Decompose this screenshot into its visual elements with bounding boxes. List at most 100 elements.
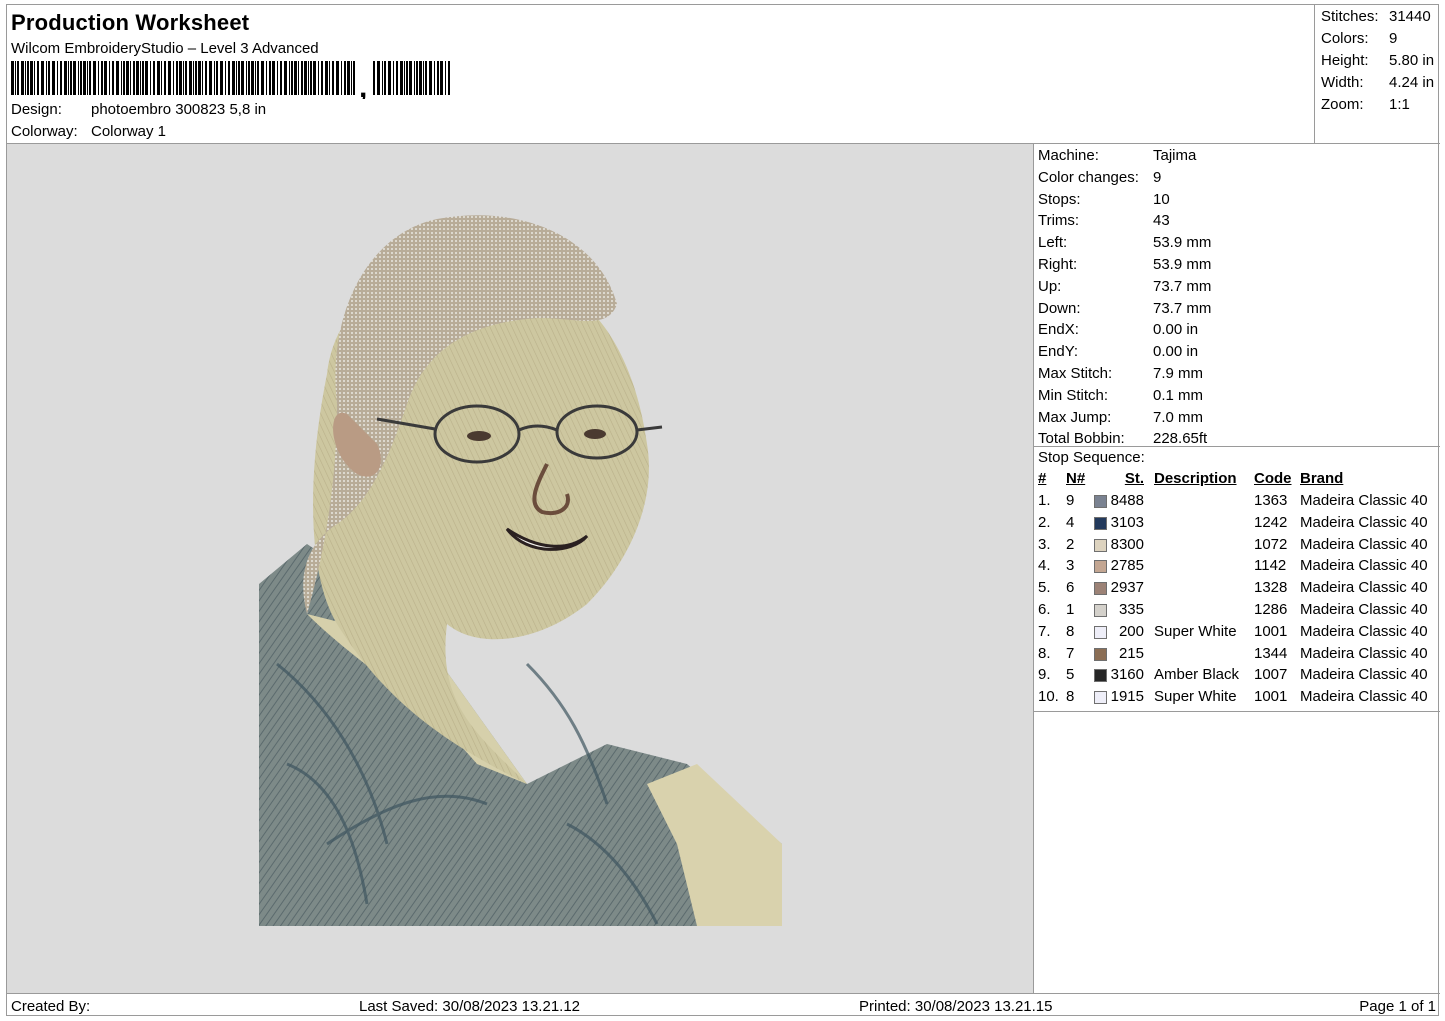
stop-brand: Madeira Classic 40 bbox=[1300, 622, 1428, 640]
barcode-bar bbox=[209, 61, 212, 95]
height-label: Height: bbox=[1321, 52, 1369, 69]
header-brand: Brand bbox=[1300, 470, 1344, 487]
thread-color-swatch bbox=[1094, 669, 1107, 683]
thread-color-swatch bbox=[1094, 582, 1107, 596]
stop-stitches: 3160 bbox=[1110, 666, 1144, 684]
machine-info-value: 228.65ft bbox=[1153, 430, 1208, 448]
header-code: Code bbox=[1254, 470, 1292, 487]
worksheet-title: Production Worksheet bbox=[11, 10, 250, 35]
colorway-value: Colorway 1 bbox=[91, 123, 167, 140]
stop-code: 1286 bbox=[1254, 601, 1288, 618]
worksheet-header: Production Worksheet Wilcom EmbroiderySt… bbox=[7, 5, 1314, 144]
machine-info-value: 0.00 in bbox=[1153, 321, 1199, 339]
machine-info-value: 0.00 in bbox=[1153, 343, 1199, 361]
barcode-bar bbox=[173, 61, 174, 95]
stop-stitches: 2785 bbox=[1110, 557, 1144, 575]
machine-info-label: Right: bbox=[1038, 256, 1078, 273]
machine-info-label: EndX: bbox=[1038, 321, 1079, 339]
height-value: 5.80 in bbox=[1389, 52, 1435, 69]
stop-needle: 9 bbox=[1066, 492, 1075, 509]
stitches-value: 31440 bbox=[1389, 8, 1431, 25]
last-saved: Last Saved: 30/08/2023 13.21.12 bbox=[359, 998, 581, 1015]
stop-sequence-title: Stop Sequence: bbox=[1038, 449, 1145, 466]
machine-info-value: 7.0 mm bbox=[1153, 408, 1204, 426]
stop-stitches: 215 bbox=[1118, 644, 1144, 662]
stop-index: 9. bbox=[1038, 666, 1051, 684]
colors-row: Colors: 9 bbox=[1321, 30, 1439, 47]
page-number: Page 1 of 1 bbox=[1359, 998, 1436, 1015]
machine-info-label: Down: bbox=[1038, 299, 1081, 317]
machine-info-row: Total Bobbin: 228.65ft bbox=[1038, 430, 1207, 447]
machine-info-value: Tajima bbox=[1153, 147, 1197, 164]
stop-code: 1242 bbox=[1254, 513, 1288, 531]
machine-info-value: 73.7 mm bbox=[1153, 299, 1212, 317]
stop-brand: Madeira Classic 40 bbox=[1300, 688, 1428, 706]
machine-info-value: 0.1 mm bbox=[1153, 386, 1204, 404]
stop-index: 5. bbox=[1038, 579, 1051, 597]
barcode-bar bbox=[121, 61, 122, 95]
thread-color-swatch bbox=[1094, 538, 1107, 552]
colorway-row: Colorway: Colorway 1 bbox=[11, 123, 166, 140]
barcode-bar bbox=[41, 61, 44, 95]
barcode-bar bbox=[34, 61, 35, 95]
machine-info-label: EndY: bbox=[1038, 343, 1079, 361]
barcode-bar bbox=[304, 61, 307, 95]
stop-sequence-row: 8. 7 215 1344 Madeira Classic 40 bbox=[1034, 645, 1440, 666]
stop-brand: Madeira Classic 40 bbox=[1300, 535, 1428, 553]
design-preview bbox=[7, 144, 1034, 993]
colorway-label: Colorway: bbox=[11, 123, 78, 140]
machine-info-value: 53.9 mm bbox=[1153, 234, 1212, 252]
stop-needle: 3 bbox=[1066, 557, 1075, 575]
barcode-bar bbox=[419, 61, 422, 95]
barcode-bar bbox=[257, 61, 259, 95]
barcode-bar bbox=[445, 61, 446, 95]
barcode-bar bbox=[261, 61, 264, 95]
stop-needle: 4 bbox=[1066, 513, 1075, 531]
barcode-bar bbox=[46, 61, 47, 95]
barcode-bar bbox=[373, 61, 375, 95]
machine-info-value: 9 bbox=[1153, 168, 1162, 186]
production-worksheet: Production Worksheet Wilcom EmbroiderySt… bbox=[6, 4, 1440, 1016]
barcode-separator: , bbox=[359, 71, 367, 99]
barcode-bar bbox=[321, 61, 323, 95]
machine-info-value: 10 bbox=[1153, 190, 1170, 208]
barcode-bar bbox=[136, 61, 139, 95]
barcode-bar bbox=[198, 61, 201, 95]
zoom-label: Zoom: bbox=[1321, 96, 1364, 113]
barcode-bar bbox=[228, 61, 230, 95]
panel-divider bbox=[1034, 711, 1440, 712]
barcode-bar bbox=[161, 61, 162, 95]
barcode-bar bbox=[179, 61, 182, 95]
stop-index: 8. bbox=[1038, 644, 1051, 662]
machine-info-row: Color changes: 9 bbox=[1038, 169, 1161, 186]
barcode-bar bbox=[336, 61, 339, 95]
stop-sequence-row: 6. 1 335 1286 Madeira Classic 40 bbox=[1034, 601, 1440, 622]
header-needle: N# bbox=[1066, 470, 1086, 487]
stop-description: Super White bbox=[1154, 688, 1237, 706]
colors-value: 9 bbox=[1389, 30, 1398, 47]
barcode-bar bbox=[153, 61, 155, 95]
stop-stitches: 8300 bbox=[1110, 535, 1144, 553]
details-panel: Stop Sequence: # N# St. Description Code… bbox=[1034, 144, 1440, 993]
stop-code: 1072 bbox=[1254, 535, 1288, 553]
header-description: Description bbox=[1154, 470, 1237, 487]
stop-needle: 6 bbox=[1066, 579, 1075, 597]
stop-needle: 8 bbox=[1066, 688, 1075, 706]
design-value: photoembro 300823 5,8 in bbox=[91, 101, 267, 118]
barcode-bar bbox=[57, 61, 58, 95]
barcode-bar bbox=[15, 61, 16, 95]
machine-info-label: Trims: bbox=[1038, 212, 1080, 230]
barcode-bar bbox=[425, 61, 427, 95]
printed-date: Printed: 30/08/2023 13.21.15 bbox=[859, 998, 1053, 1015]
machine-info-label: Machine: bbox=[1038, 147, 1099, 164]
machine-info-row: Up: 73.7 mm bbox=[1038, 278, 1211, 295]
barcode-bar bbox=[68, 61, 69, 95]
stop-stitches: 1915 bbox=[1110, 688, 1144, 706]
zoom-value: 1:1 bbox=[1389, 96, 1410, 113]
barcode-bar bbox=[437, 61, 439, 95]
stop-sequence-row: 4. 3 2785 1142 Madeira Classic 40 bbox=[1034, 557, 1440, 578]
barcode-bar bbox=[347, 61, 350, 95]
stop-code: 1328 bbox=[1254, 579, 1288, 597]
stop-brand: Madeira Classic 40 bbox=[1300, 513, 1428, 531]
barcode-bar bbox=[377, 61, 380, 95]
